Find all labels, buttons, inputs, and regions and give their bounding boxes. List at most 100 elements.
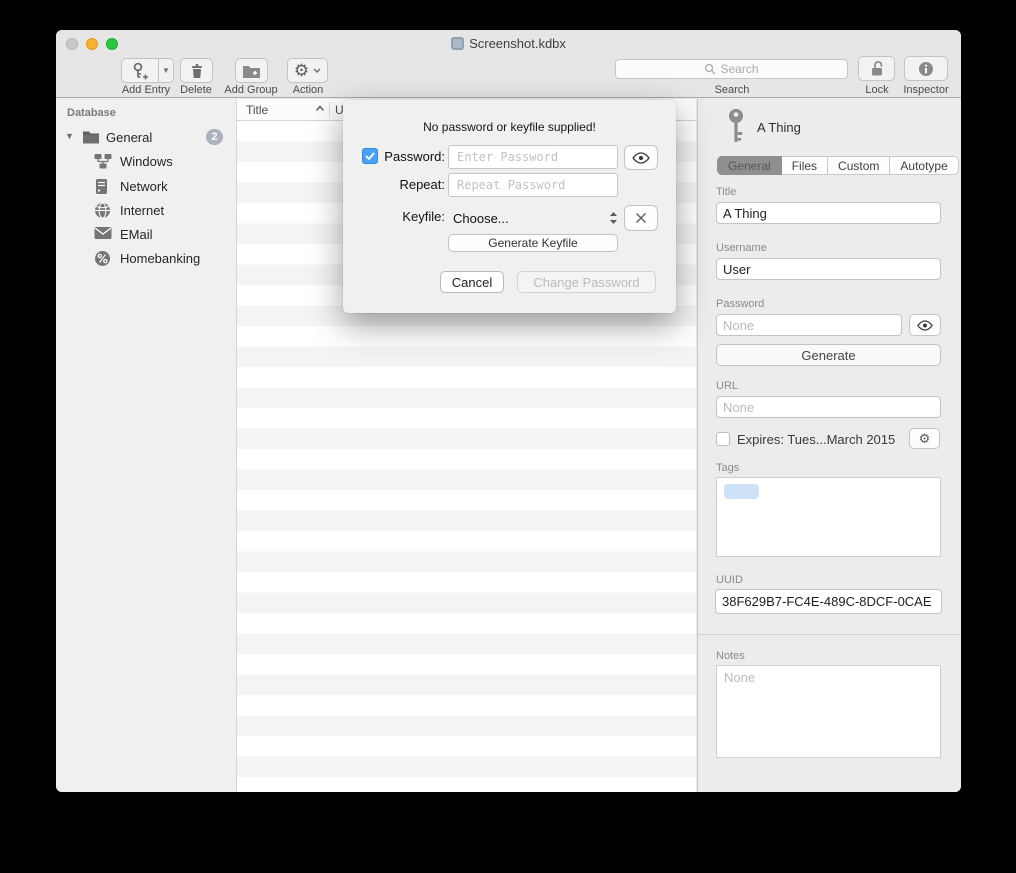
keyfile-popup[interactable]: Choose... xyxy=(448,207,618,229)
disclosure-triangle-icon[interactable]: ▼ xyxy=(65,131,74,141)
eye-icon xyxy=(916,320,934,331)
tab-custom[interactable]: Custom xyxy=(828,156,890,175)
lock-label: Lock xyxy=(861,84,893,96)
info-icon xyxy=(918,61,934,77)
tab-files[interactable]: Files xyxy=(782,156,828,175)
inspector-label: Inspector xyxy=(897,84,955,96)
url-field-label: URL xyxy=(716,380,738,392)
action-label: Action xyxy=(285,84,331,96)
tags-field[interactable] xyxy=(716,477,941,557)
windows-group-icon xyxy=(94,153,112,170)
expires-checkbox[interactable] xyxy=(716,432,730,446)
change-password-dialog: No password or keyfile supplied! Passwor… xyxy=(343,100,676,313)
username-field[interactable] xyxy=(716,258,941,280)
stepper-icon xyxy=(609,211,618,225)
sidebar-section-header: Database xyxy=(67,107,116,119)
sidebar-item-label: Windows xyxy=(120,154,173,169)
trash-icon xyxy=(189,62,205,80)
close-icon xyxy=(635,212,647,224)
url-field[interactable] xyxy=(716,396,941,418)
gear-icon: ⚙ xyxy=(294,62,309,79)
sidebar: Database ▼ General 2 xyxy=(56,99,237,792)
sidebar-item-label: General xyxy=(106,130,152,145)
password-row: Password: xyxy=(343,145,676,169)
expires-row: Expires: Tues...March 2015 xyxy=(716,429,895,449)
section-divider xyxy=(698,634,961,635)
inspector-button[interactable] xyxy=(904,56,948,81)
column-header-title[interactable]: Title xyxy=(246,103,268,117)
expires-label: Expires: Tues...March 2015 xyxy=(737,432,895,447)
reveal-password-button[interactable] xyxy=(909,314,941,336)
action-button[interactable]: ⚙ xyxy=(287,58,328,83)
generate-keyfile-button[interactable]: Generate Keyfile xyxy=(448,234,618,252)
repeat-row: Repeat: xyxy=(343,173,676,197)
title-field-label: Title xyxy=(716,186,736,198)
sidebar-item-internet[interactable]: Internet xyxy=(56,199,236,223)
add-group-label: Add Group xyxy=(217,84,285,96)
notes-label: Notes xyxy=(716,650,745,662)
cancel-button[interactable]: Cancel xyxy=(440,271,504,293)
password-input[interactable] xyxy=(448,145,618,169)
repeat-label: Repeat: xyxy=(345,177,445,192)
reveal-password-button[interactable] xyxy=(624,145,658,170)
notes-field[interactable] xyxy=(716,665,941,758)
chevron-down-icon xyxy=(313,68,321,73)
column-divider[interactable] xyxy=(329,102,330,117)
uuid-label: UUID xyxy=(716,574,743,586)
tag-token[interactable] xyxy=(724,484,759,499)
change-password-button[interactable]: Change Password xyxy=(517,271,656,293)
gear-icon: ⚙ xyxy=(919,432,931,445)
sidebar-item-network[interactable]: Network xyxy=(56,175,236,199)
inspector-panel: A Thing General Files Custom Autotype Ti… xyxy=(697,99,961,792)
tab-general[interactable]: General xyxy=(717,156,782,175)
sidebar-item-label: Homebanking xyxy=(120,251,200,266)
generate-password-button[interactable]: Generate xyxy=(716,344,941,366)
sidebar-item-email[interactable]: EMail xyxy=(56,223,236,247)
dialog-warning-message: No password or keyfile supplied! xyxy=(343,120,676,134)
entry-title: A Thing xyxy=(757,120,801,135)
expires-settings-button[interactable]: ⚙ xyxy=(909,428,940,449)
title-field[interactable] xyxy=(716,202,941,224)
search-placeholder: Search xyxy=(720,62,758,76)
add-entry-dropdown-button[interactable]: ▼ xyxy=(159,58,174,83)
chevron-down-icon: ▼ xyxy=(162,67,170,75)
password-label: Password: xyxy=(345,149,445,164)
sidebar-item-windows[interactable]: Windows xyxy=(56,150,236,174)
sidebar-item-label: EMail xyxy=(120,227,153,242)
key-plus-icon xyxy=(131,62,149,80)
lock-open-icon xyxy=(869,60,885,77)
screen: Screenshot.kdbx ▼ Add Entry xyxy=(0,0,1016,873)
password-field[interactable] xyxy=(716,314,902,336)
sidebar-item-label: Internet xyxy=(120,203,164,218)
sort-ascending-icon xyxy=(315,105,325,112)
keyfile-row: Keyfile: Choose... xyxy=(343,205,676,231)
search-icon xyxy=(704,63,716,75)
toolbar: ▼ Add Entry Delete Add Group xyxy=(56,56,961,98)
tab-autotype[interactable]: Autotype xyxy=(890,156,958,175)
add-entry-label: Add Entry xyxy=(117,84,175,96)
document-icon xyxy=(451,37,464,50)
email-group-icon xyxy=(94,226,112,240)
uuid-field[interactable] xyxy=(715,589,942,614)
delete-button[interactable] xyxy=(180,58,213,83)
sidebar-item-general[interactable]: ▼ General 2 xyxy=(56,126,236,149)
network-group-icon xyxy=(94,178,109,195)
eye-icon xyxy=(631,152,651,164)
search-input[interactable]: Search xyxy=(615,59,848,79)
clear-keyfile-button[interactable] xyxy=(624,205,658,231)
count-badge: 2 xyxy=(206,129,223,145)
window-title-text: Screenshot.kdbx xyxy=(469,36,566,51)
folder-plus-icon xyxy=(242,63,261,79)
repeat-input[interactable] xyxy=(448,173,618,197)
add-group-button[interactable] xyxy=(235,58,268,83)
add-entry-button[interactable] xyxy=(121,58,159,83)
lock-button[interactable] xyxy=(858,56,895,81)
homebanking-group-icon xyxy=(94,250,111,267)
key-icon xyxy=(727,108,747,144)
folder-icon xyxy=(82,129,100,144)
sidebar-item-homebanking[interactable]: Homebanking xyxy=(56,247,236,271)
search-label: Search xyxy=(708,84,756,96)
titlebar[interactable]: Screenshot.kdbx xyxy=(56,30,961,56)
sidebar-item-label: Network xyxy=(120,179,168,194)
internet-group-icon xyxy=(94,202,111,219)
